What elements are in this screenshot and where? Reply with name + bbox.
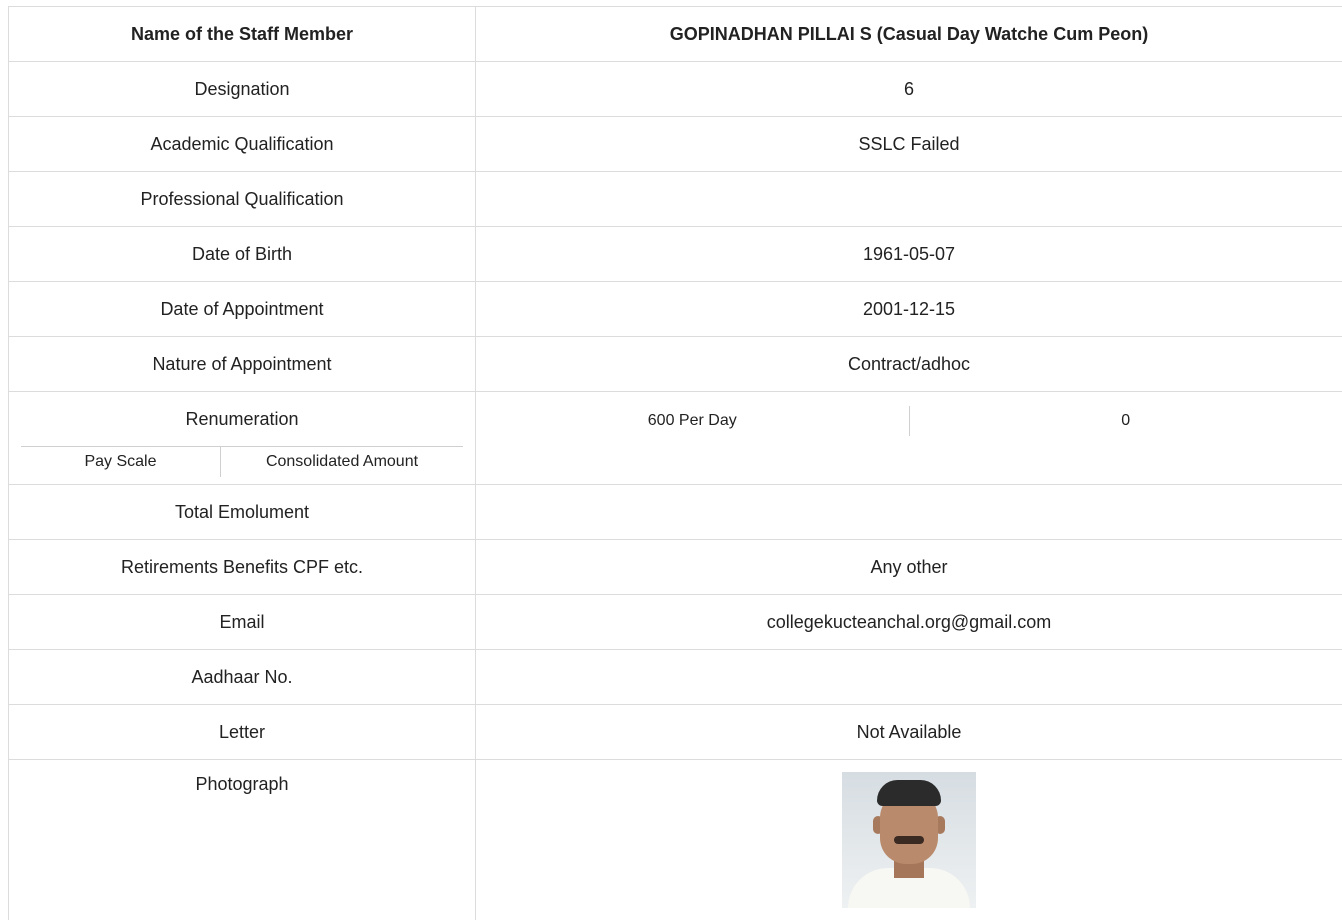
email-value: collegekucteanchal.org@gmail.com [476,595,1342,649]
renumeration-label-cell: Renumeration Pay Scale Consolidated Amou… [8,392,476,484]
renumeration-subheaders: Pay Scale Consolidated Amount [21,446,463,477]
photograph-cell [476,760,1342,920]
staff-photo [842,772,976,908]
renumeration-label: Renumeration [21,392,463,446]
staff-name: GOPINADHAN PILLAI S (Casual Day Watche C… [476,7,1342,61]
nature-of-appointment-label: Nature of Appointment [8,337,476,391]
pay-scale-label: Pay Scale [21,447,221,477]
aadhaar-value [476,650,1342,704]
nature-of-appointment-value: Contract/adhoc [476,337,1342,391]
pay-scale-value: 600 Per Day [476,406,910,436]
retirement-benefits-value: Any other [476,540,1342,594]
row-date-of-birth: Date of Birth 1961-05-07 [8,227,1342,282]
professional-qualification-label: Professional Qualification [8,172,476,226]
date-of-birth-label: Date of Birth [8,227,476,281]
academic-qualification-label: Academic Qualification [8,117,476,171]
aadhaar-label: Aadhaar No. [8,650,476,704]
designation-label: Designation [8,62,476,116]
photograph-label: Photograph [8,760,476,920]
row-photograph: Photograph [8,760,1342,920]
header-row: Name of the Staff Member GOPINADHAN PILL… [8,7,1342,62]
designation-value: 6 [476,62,1342,116]
letter-value: Not Available [476,705,1342,759]
row-total-emolument: Total Emolument [8,485,1342,540]
row-nature-of-appointment: Nature of Appointment Contract/adhoc [8,337,1342,392]
consolidated-amount-label: Consolidated Amount [221,447,463,477]
date-of-appointment-value: 2001-12-15 [476,282,1342,336]
row-retirement-benefits: Retirements Benefits CPF etc. Any other [8,540,1342,595]
staff-details-table: Name of the Staff Member GOPINADHAN PILL… [8,6,1342,920]
date-of-appointment-label: Date of Appointment [8,282,476,336]
row-academic-qualification: Academic Qualification SSLC Failed [8,117,1342,172]
total-emolument-label: Total Emolument [8,485,476,539]
date-of-birth-value: 1961-05-07 [476,227,1342,281]
header-label: Name of the Staff Member [8,7,476,61]
email-label: Email [8,595,476,649]
row-professional-qualification: Professional Qualification [8,172,1342,227]
row-designation: Designation 6 [8,62,1342,117]
letter-label: Letter [8,705,476,759]
row-email: Email collegekucteanchal.org@gmail.com [8,595,1342,650]
row-renumeration: Renumeration Pay Scale Consolidated Amou… [8,392,1342,485]
renumeration-values: 600 Per Day 0 [476,392,1342,484]
row-aadhaar: Aadhaar No. [8,650,1342,705]
consolidated-amount-value: 0 [910,406,1342,436]
row-date-of-appointment: Date of Appointment 2001-12-15 [8,282,1342,337]
total-emolument-value [476,485,1342,539]
professional-qualification-value [476,172,1342,226]
row-letter: Letter Not Available [8,705,1342,760]
retirement-benefits-label: Retirements Benefits CPF etc. [8,540,476,594]
academic-qualification-value: SSLC Failed [476,117,1342,171]
